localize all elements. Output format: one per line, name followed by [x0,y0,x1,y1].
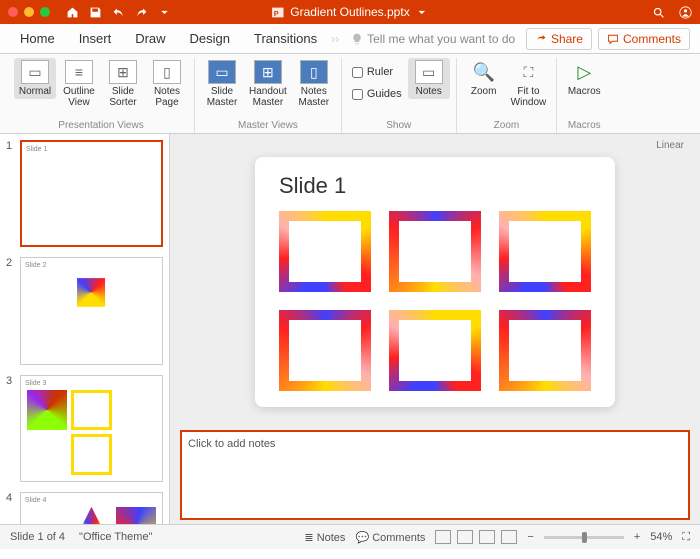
guides-checkbox[interactable]: Guides [348,86,406,102]
ruler-checkbox[interactable]: Ruler [348,64,406,80]
normal-view-icon[interactable] [435,530,451,544]
search-icon[interactable] [652,6,665,19]
zoom-slider[interactable] [544,536,624,539]
close-window[interactable] [8,7,18,17]
qat-more-icon[interactable] [158,6,171,19]
tell-me-search[interactable]: Tell me what you want to do [351,32,515,46]
notes-page-button[interactable]: ▯NotesPage [146,58,188,110]
notes-master-button[interactable]: ▯NotesMaster [293,58,335,110]
group-label-show: Show [386,118,411,133]
home-icon[interactable] [66,6,79,19]
shape-1[interactable] [279,211,371,292]
normal-view-button[interactable]: ▭Normal [14,58,56,99]
group-label-presentation-views: Presentation Views [58,118,143,133]
powerpoint-icon: P [271,6,284,19]
menu-home[interactable]: Home [10,27,65,50]
group-label-macros: Macros [568,118,601,133]
slide-area: Linear Slide 1 Click to add notes [170,134,700,524]
slide-canvas[interactable]: Linear Slide 1 [170,134,700,430]
outline-view-button[interactable]: ≡OutlineView [58,58,100,110]
ribbon: ▭Normal ≡OutlineView ⊞SlideSorter ▯Notes… [0,54,700,134]
shape-3[interactable] [499,211,591,292]
fit-to-window-button[interactable]: ⛶Fit toWindow [507,58,551,110]
menu-bar: Home Insert Draw Design Transitions ›› T… [0,24,700,54]
status-comments-button[interactable]: 💬 Comments [355,531,425,544]
zoom-in-button[interactable]: + [634,531,640,543]
status-theme: "Office Theme" [79,531,152,543]
menu-draw[interactable]: Draw [125,27,175,50]
group-label-master-views: Master Views [238,118,298,133]
zoom-button[interactable]: 🔍Zoom [463,58,505,99]
title-dropdown-icon[interactable] [416,6,429,19]
group-label-zoom: Zoom [494,118,520,133]
status-notes-button[interactable]: ≣ Notes [304,531,345,544]
thumbnail-1[interactable]: 1 Slide 1 [6,140,163,247]
slideshow-view-icon[interactable] [501,530,517,544]
slide-sorter-button[interactable]: ⊞SlideSorter [102,58,144,110]
status-slide-number: Slide 1 of 4 [10,531,65,543]
menu-insert[interactable]: Insert [69,27,122,50]
thumbnail-2[interactable]: 2 Slide 2 [6,257,163,364]
sorter-view-icon[interactable] [457,530,473,544]
zoom-percent[interactable]: 54% [650,531,672,543]
undo-icon[interactable] [112,6,125,19]
comments-button[interactable]: Comments [598,28,690,50]
menu-design[interactable]: Design [180,27,240,50]
slide-master-button[interactable]: ▭SlideMaster [201,58,243,110]
shape-4[interactable] [279,310,371,391]
redo-icon[interactable] [135,6,148,19]
zoom-out-button[interactable]: − [527,531,533,543]
status-bar: Slide 1 of 4 "Office Theme" ≣ Notes 💬 Co… [0,524,700,549]
fit-to-window-icon[interactable]: ⛶ [682,531,690,544]
share-icon [535,33,547,45]
save-icon[interactable] [89,6,102,19]
user-icon[interactable] [679,6,692,19]
bulb-icon [351,33,363,45]
slide-shapes [279,211,591,391]
shape-5[interactable] [389,310,481,391]
thumbnail-panel[interactable]: 1 Slide 1 2 Slide 2 3 Slide 3 4 Slide 4 [0,134,170,524]
shape-2[interactable] [389,211,481,292]
share-button[interactable]: Share [526,28,592,50]
handout-master-button[interactable]: ⊞HandoutMaster [245,58,291,110]
shape-6[interactable] [499,310,591,391]
thumbnail-4[interactable]: 4 Slide 4 [6,492,163,524]
zoom-window[interactable] [40,7,50,17]
workspace: 1 Slide 1 2 Slide 2 3 Slide 3 4 Slide 4 … [0,134,700,524]
comment-icon [607,33,619,45]
gradient-type-label: Linear [656,140,684,151]
notes-toggle-button[interactable]: ▭Notes [408,58,450,99]
thumbnail-3[interactable]: 3 Slide 3 [6,375,163,482]
notes-pane[interactable]: Click to add notes [180,430,690,520]
window-controls [8,7,50,17]
title-bar: P Gradient Outlines.pptx [0,0,700,24]
reading-view-icon[interactable] [479,530,495,544]
slide[interactable]: Slide 1 [255,157,615,407]
svg-text:P: P [274,8,279,17]
slide-title[interactable]: Slide 1 [279,173,591,199]
macros-button[interactable]: ▷Macros [563,58,605,99]
menu-transitions[interactable]: Transitions [244,27,327,50]
document-title: Gradient Outlines.pptx [290,5,409,19]
minimize-window[interactable] [24,7,34,17]
